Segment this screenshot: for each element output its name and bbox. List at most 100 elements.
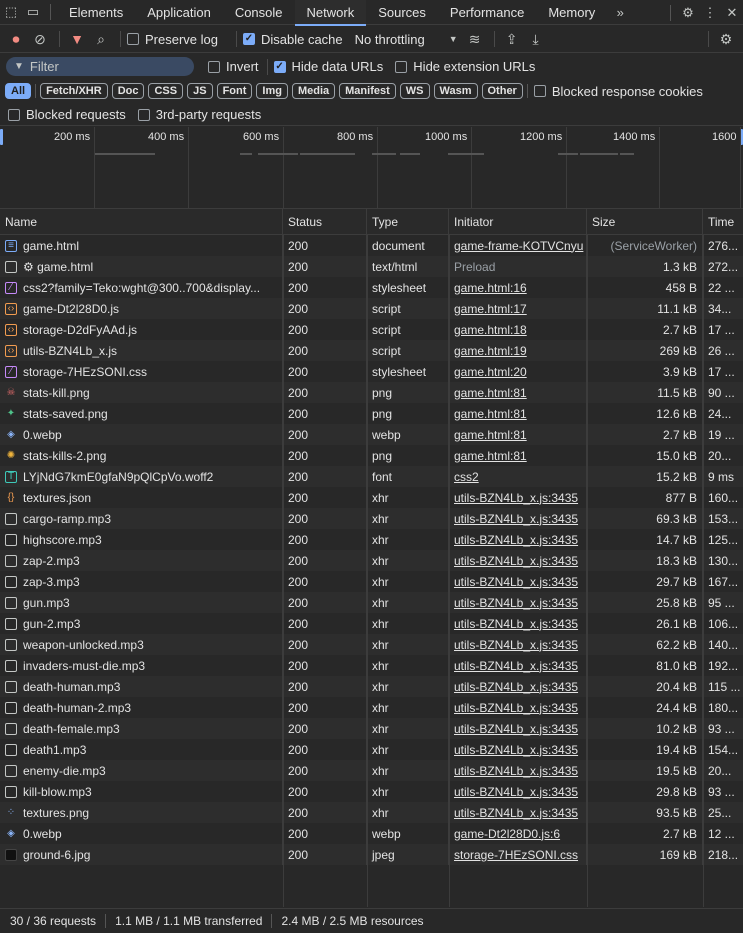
- table-row[interactable]: zap-2.mp3 200 xhr utils-BZN4Lb_x.js:3435 18.…: [0, 550, 743, 571]
- cell-name[interactable]: ◈ 0.webp: [0, 424, 283, 445]
- table-row[interactable]: death1.mp3 200 xhr utils-BZN4Lb_x.js:3435 19…: [0, 739, 743, 760]
- checkbox-box[interactable]: [8, 108, 20, 121]
- table-row[interactable]: ☠ stats-kill.png 200 png game.html:81 11.5 kB…: [0, 382, 743, 403]
- type-filter-js[interactable]: JS: [187, 83, 213, 99]
- table-row[interactable]: {} textures.json 200 xhr utils-BZN4Lb_x.js:3…: [0, 487, 743, 508]
- table-row[interactable]: highscore.mp3 200 xhr utils-BZN4Lb_x.js:343…: [0, 529, 743, 550]
- cell-initiator[interactable]: game.html:81: [449, 403, 587, 424]
- hide-data-urls-checkbox[interactable]: Hide data URLs: [273, 59, 383, 74]
- inspect-element-icon[interactable]: ⬚: [0, 0, 22, 25]
- cell-name[interactable]: death1.mp3: [0, 739, 283, 760]
- cell-name[interactable]: ‹› game-Dt2l28D0.js: [0, 298, 283, 319]
- type-filter-all[interactable]: All: [5, 83, 32, 99]
- cell-name[interactable]: ⁄ storage-7HEzSONI.css: [0, 361, 283, 382]
- cell-name[interactable]: zap-3.mp3: [0, 571, 283, 592]
- checkbox-box[interactable]: [242, 33, 255, 45]
- tab-sources[interactable]: Sources: [366, 0, 438, 25]
- table-row[interactable]: ✦ stats-saved.png 200 png game.html:81 12.6 k…: [0, 403, 743, 424]
- timeline-left-handle[interactable]: [0, 129, 3, 145]
- network-conditions-icon[interactable]: ≋: [464, 28, 486, 50]
- table-row[interactable]: death-female.mp3 200 xhr utils-BZN4Lb_x.js:…: [0, 718, 743, 739]
- table-row[interactable]: ⁘ textures.png 200 xhr utils-BZN4Lb_x.js:343…: [0, 802, 743, 823]
- cell-name[interactable]: ‹› storage-D2dFyAAd.js: [0, 319, 283, 340]
- cell-initiator[interactable]: utils-BZN4Lb_x.js:3435: [449, 634, 587, 655]
- cell-name[interactable]: enemy-die.mp3: [0, 760, 283, 781]
- table-row[interactable]: death-human.mp3 200 xhr utils-BZN4Lb_x.js:3…: [0, 676, 743, 697]
- cell-initiator[interactable]: game.html:17: [449, 298, 587, 319]
- type-filter-manifest[interactable]: Manifest: [339, 83, 396, 99]
- cell-initiator[interactable]: utils-BZN4Lb_x.js:3435: [449, 676, 587, 697]
- type-filter-ws[interactable]: WS: [399, 83, 430, 99]
- table-row[interactable]: gun-2.mp3 200 xhr utils-BZN4Lb_x.js:3435 26.…: [0, 613, 743, 634]
- invert-checkbox[interactable]: Invert: [208, 59, 259, 74]
- table-row[interactable]: T LYjNdG7kmE0gfaN9pQlCpVo.woff2 200 font css…: [0, 466, 743, 487]
- table-row[interactable]: ‹› game-Dt2l28D0.js 200 script game.html:17 1…: [0, 298, 743, 319]
- cell-initiator[interactable]: utils-BZN4Lb_x.js:3435: [449, 760, 587, 781]
- checkbox-box[interactable]: [208, 60, 220, 73]
- cell-initiator[interactable]: utils-BZN4Lb_x.js:3435: [449, 802, 587, 823]
- record-stop-icon[interactable]: ⏺: [5, 28, 27, 50]
- close-icon[interactable]: ✕: [721, 0, 743, 25]
- table-row[interactable]: death-human-2.mp3 200 xhr utils-BZN4Lb_x.js…: [0, 697, 743, 718]
- hide-extension-urls-checkbox[interactable]: Hide extension URLs: [395, 59, 535, 74]
- cell-initiator[interactable]: utils-BZN4Lb_x.js:3435: [449, 718, 587, 739]
- column-header-time[interactable]: Time: [703, 209, 743, 235]
- type-filter-css[interactable]: CSS: [148, 83, 184, 99]
- cell-initiator[interactable]: utils-BZN4Lb_x.js:3435: [449, 487, 587, 508]
- filter-input[interactable]: ▼ Filter: [6, 57, 194, 76]
- cell-name[interactable]: gun.mp3: [0, 592, 283, 613]
- column-header-size[interactable]: Size: [587, 209, 703, 235]
- import-har-icon[interactable]: ⇪: [501, 28, 523, 50]
- type-filter-img[interactable]: Img: [256, 83, 288, 99]
- checkbox-box[interactable]: [273, 60, 286, 73]
- cell-name[interactable]: cargo-ramp.mp3: [0, 508, 283, 529]
- cell-name[interactable]: zap-2.mp3: [0, 550, 283, 571]
- column-header-name[interactable]: Name: [0, 209, 283, 235]
- cell-name[interactable]: death-human.mp3: [0, 676, 283, 697]
- cell-name[interactable]: death-human-2.mp3: [0, 697, 283, 718]
- blocked-requests-checkbox[interactable]: Blocked requests: [8, 107, 126, 122]
- table-row[interactable]: ground-6.jpg 200 jpeg storage-7HEzSONI.css 1…: [0, 844, 743, 865]
- type-filter-other[interactable]: Other: [481, 83, 523, 99]
- tab-network[interactable]: Network: [294, 0, 367, 26]
- checkbox-box[interactable]: [533, 85, 546, 97]
- search-icon[interactable]: ⌕: [90, 28, 112, 50]
- cell-initiator[interactable]: game.html:19: [449, 340, 587, 361]
- table-row[interactable]: ✺ stats-kills-2.png 200 png game.html:81 15.0…: [0, 445, 743, 466]
- clear-icon[interactable]: ⊘: [29, 28, 51, 50]
- cell-initiator[interactable]: game.html:20: [449, 361, 587, 382]
- cell-initiator[interactable]: game.html:81: [449, 382, 587, 403]
- cell-name[interactable]: ✺ stats-kills-2.png: [0, 445, 283, 466]
- table-row[interactable]: ⚙ game.html 200 text/html Preload 1.3 kB 272.…: [0, 256, 743, 277]
- cell-initiator[interactable]: game.html:18: [449, 319, 587, 340]
- cell-name[interactable]: ‹› utils-BZN4Lb_x.js: [0, 340, 283, 361]
- cell-name[interactable]: death-female.mp3: [0, 718, 283, 739]
- table-row[interactable]: gun.mp3 200 xhr utils-BZN4Lb_x.js:3435 25.8 …: [0, 592, 743, 613]
- checkbox-box[interactable]: [395, 60, 408, 73]
- cell-name[interactable]: ground-6.jpg: [0, 844, 283, 865]
- cell-name[interactable]: ⁘ textures.png: [0, 802, 283, 823]
- cell-name[interactable]: ☠ stats-kill.png: [0, 382, 283, 403]
- type-filter-media[interactable]: Media: [291, 83, 336, 99]
- table-row[interactable]: ◈ 0.webp 200 webp game-Dt2l28D0.js:6 2.7 kB 12…: [0, 823, 743, 844]
- cell-name[interactable]: invaders-must-die.mp3: [0, 655, 283, 676]
- cell-initiator[interactable]: utils-BZN4Lb_x.js:3435: [449, 508, 587, 529]
- table-row[interactable]: ⁄ css2?family=Teko:wght@300..700&display.…: [0, 277, 743, 298]
- cell-initiator[interactable]: game.html:81: [449, 445, 587, 466]
- tab-console[interactable]: Console: [223, 0, 295, 25]
- table-row[interactable]: cargo-ramp.mp3 200 xhr utils-BZN4Lb_x.js:34…: [0, 508, 743, 529]
- tab-elements[interactable]: Elements: [57, 0, 135, 25]
- table-row[interactable]: kill-blow.mp3 200 xhr utils-BZN4Lb_x.js:343…: [0, 781, 743, 802]
- column-header-status[interactable]: Status: [283, 209, 367, 235]
- table-row[interactable]: ≡ game.html 200 document game-frame-KOTVCnyu…: [0, 235, 743, 256]
- column-header-initiator[interactable]: Initiator: [449, 209, 587, 235]
- table-row[interactable]: zap-3.mp3 200 xhr utils-BZN4Lb_x.js:3435 29.…: [0, 571, 743, 592]
- tab-performance[interactable]: Performance: [438, 0, 536, 25]
- tab-memory[interactable]: Memory: [536, 0, 607, 25]
- table-row[interactable]: weapon-unlocked.mp3 200 xhr utils-BZN4Lb_x.…: [0, 634, 743, 655]
- settings-gear-icon[interactable]: ⚙: [677, 0, 699, 25]
- cell-name[interactable]: weapon-unlocked.mp3: [0, 634, 283, 655]
- cell-name[interactable]: gun-2.mp3: [0, 613, 283, 634]
- cell-initiator[interactable]: game-Dt2l28D0.js:6: [449, 823, 587, 844]
- type-filter-wasm[interactable]: Wasm: [433, 83, 478, 99]
